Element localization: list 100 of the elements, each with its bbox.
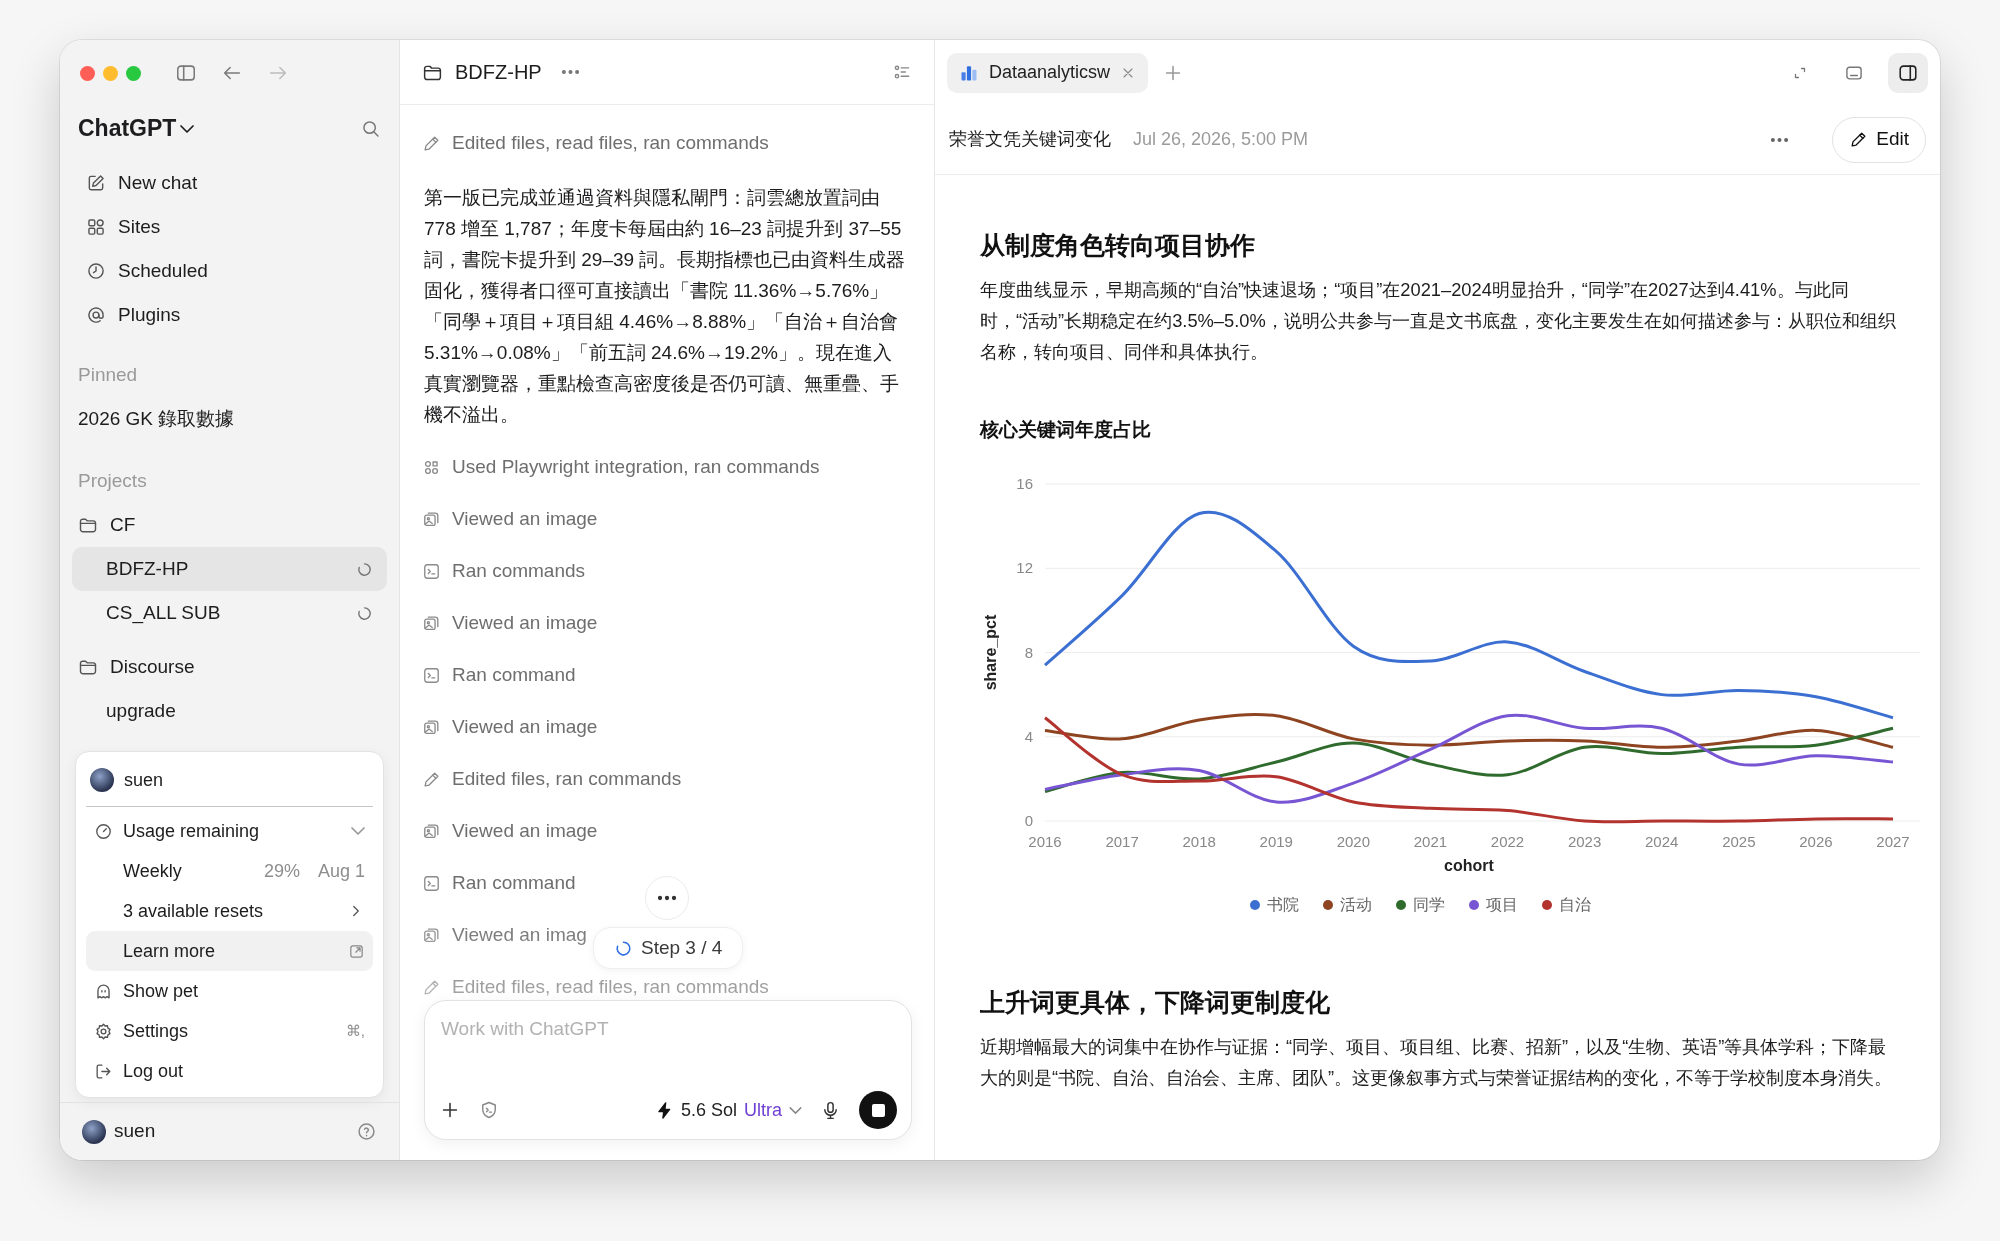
usage-toggle[interactable]: Usage remaining xyxy=(86,811,373,851)
pencil-icon xyxy=(422,769,441,789)
section-heading: Pinned xyxy=(77,362,139,387)
terminal-icon xyxy=(422,561,441,581)
activity-item[interactable]: Viewed an image xyxy=(452,608,598,638)
resets-item[interactable]: 3 available resets xyxy=(86,891,373,931)
nav-item[interactable]: Scheduled xyxy=(72,249,387,293)
avatar xyxy=(82,1119,106,1144)
grid-icon xyxy=(86,217,106,237)
spinner-icon xyxy=(614,938,633,958)
activity-item[interactable]: Edited files, read files, ran commands xyxy=(452,128,769,158)
usage-percent: 29% xyxy=(263,859,300,883)
legend-label[interactable]: 同学 xyxy=(1412,893,1445,917)
edit-button[interactable]: Edit xyxy=(1832,116,1926,163)
activity-item[interactable]: Viewed an image xyxy=(452,712,598,742)
image-icon xyxy=(422,717,441,737)
axis-label: 4 xyxy=(1024,727,1033,745)
nav-item[interactable]: Sites xyxy=(72,205,387,249)
nav-item[interactable]: New chat xyxy=(72,161,387,205)
chat-item[interactable]: CS_ALL SUB xyxy=(72,591,387,635)
chat-item[interactable]: 2026 GK 錄取數據 xyxy=(72,397,387,441)
axis-label: 2025 xyxy=(1722,833,1756,850)
usage-period: Weekly xyxy=(123,859,182,883)
image-icon xyxy=(422,509,441,529)
legend-label[interactable]: 项目 xyxy=(1485,893,1518,917)
terminal-icon xyxy=(422,873,441,893)
axis-title: cohort xyxy=(1444,857,1494,874)
stop-button[interactable] xyxy=(859,1091,897,1129)
avatar xyxy=(90,768,114,792)
axis-label: 2021 xyxy=(1413,833,1448,850)
settings-icon xyxy=(94,1021,113,1041)
side-panel-toggle[interactable] xyxy=(1888,52,1928,93)
chat-item[interactable]: BDFZ-HP xyxy=(72,547,387,591)
section-heading: 上升词更具体，下降词更制度化 xyxy=(980,987,1331,1018)
image-icon xyxy=(422,925,441,945)
activity-item[interactable]: Ran commands xyxy=(452,556,586,586)
activity-item[interactable]: Edited files, ran commands xyxy=(452,764,682,794)
nav-item[interactable]: Plugins xyxy=(72,293,387,337)
timestamp: Jul 26, 2026, 5:00 PM xyxy=(1133,128,1309,151)
more-icon[interactable] xyxy=(1771,137,1789,142)
chat-item[interactable]: upgrade xyxy=(72,689,387,733)
image-icon xyxy=(422,821,441,841)
project-folder[interactable]: Discourse xyxy=(72,645,387,689)
logout-icon xyxy=(94,1061,113,1081)
gauge-icon xyxy=(94,821,113,841)
folder-icon xyxy=(78,515,98,535)
pet-icon xyxy=(94,981,113,1001)
app-switcher[interactable]: ChatGPT xyxy=(78,111,195,146)
reset-date: Aug 1 xyxy=(317,859,365,883)
axis-label: 2024 xyxy=(1645,833,1679,850)
project-folder[interactable]: CF xyxy=(72,503,387,547)
axis-label: 12 xyxy=(1016,559,1033,577)
search-icon[interactable] xyxy=(360,118,381,139)
axis-label: 2023 xyxy=(1567,833,1602,850)
step-indicator: Step 3 / 4 xyxy=(593,927,744,969)
help-icon[interactable] xyxy=(356,1121,377,1142)
axis-label: 2019 xyxy=(1259,833,1293,850)
legend-label[interactable]: 活动 xyxy=(1339,893,1372,917)
activity-item[interactable]: Ran command xyxy=(452,660,576,690)
chevron-down-icon xyxy=(180,124,195,133)
axis-label: 2017 xyxy=(1105,833,1139,850)
activity-item[interactable]: Ran command xyxy=(452,868,576,898)
close-control[interactable] xyxy=(80,65,95,81)
menu-item[interactable]: Show pet xyxy=(86,971,373,1011)
terminal-icon xyxy=(422,665,441,685)
axis-label: 2026 xyxy=(1799,833,1833,850)
more-button[interactable] xyxy=(645,876,689,920)
chevron-down-icon xyxy=(789,1106,802,1114)
folder-icon xyxy=(78,657,98,677)
legend-label[interactable]: 自治 xyxy=(1558,893,1591,917)
model-picker[interactable]: 5.6 Sol Ultra xyxy=(654,1096,802,1124)
legend-label[interactable]: 书院 xyxy=(1266,893,1299,917)
activity-item[interactable]: Viewed an imag xyxy=(452,920,587,950)
user-name: suen xyxy=(114,1119,156,1144)
pencil-icon xyxy=(422,977,441,997)
menu-item[interactable]: Learn more xyxy=(86,931,373,971)
document-tab[interactable]: Dataanalyticsw xyxy=(947,52,1149,93)
sidebar-toggle-icon[interactable] xyxy=(175,62,197,84)
shield-icon[interactable] xyxy=(479,1100,499,1120)
user-name: suen xyxy=(124,768,164,792)
activity-item[interactable]: Used Playwright integration, ran commands xyxy=(452,452,820,482)
shortcut-label: ⌘, xyxy=(345,1020,365,1041)
message-field[interactable]: Work with ChatGPT 5.6 Sol Ultra xyxy=(424,1000,912,1140)
axis-label: 2020 xyxy=(1336,833,1371,850)
axis-label: 0 xyxy=(1024,812,1033,829)
axis-label: 2022 xyxy=(1490,833,1525,850)
axis-label: 16 xyxy=(1016,475,1033,492)
compose-icon xyxy=(86,173,106,193)
more-icon[interactable] xyxy=(561,70,579,74)
thread-title: BDFZ-HP xyxy=(455,60,542,85)
account-button[interactable]: suen xyxy=(82,1117,156,1146)
paragraph: 年度曲线显示，早期高频的“自治”快速退场；“项目”在2021–2024明显抬升，“同学”在2027达到4.41%。与此同时，“活动”长期稳定在约3.5%–5.0%，说明公共参与一直是文书底盘，变化主要发生在如何描述参与：从职位和组织名称，转向项目、同伴和具体执行。 xyxy=(980,278,1897,364)
activity-item[interactable]: Viewed an image xyxy=(452,504,598,534)
paragraph: 近期增幅最大的词集中在协作与证据：“同学、项目、项目组、比赛、招新”，以及“生物、英语”等具体学科；下降最大的则是“书院、自治、自治会、主席、团队”。这更像叙事方式与荣誉证据结构的变化，不等于学校制度本身消失。 xyxy=(980,1035,1894,1090)
menu-item[interactable]: Log out xyxy=(86,1051,373,1091)
menu-item[interactable]: Settings ⌘, xyxy=(86,1011,373,1051)
message-text: 第一版已完成並通過資料與隱私閘門：詞雲總放置詞由 778 增至 1,787；年度卡每屆由約 16–23 詞提升到 37–55 詞，書院卡提升到 29–39 詞。長期指標也已由資料生成器固化，獲得者口徑可直接讀出「書院 11.36%→5.76%」「同學＋項目＋項目組 4.46%→8.88%」「自治＋自治會 5.31%→0.08%」「前五詞 24.6%→19.2%」。現在進入真實瀏覽器，重點檢查高密度後是否仍可讀、無重疊、手機不溢出。 xyxy=(424,186,907,427)
at-sign-icon xyxy=(86,305,106,325)
activity-item[interactable]: Viewed an image xyxy=(452,816,598,846)
zoom-control[interactable] xyxy=(126,65,141,81)
